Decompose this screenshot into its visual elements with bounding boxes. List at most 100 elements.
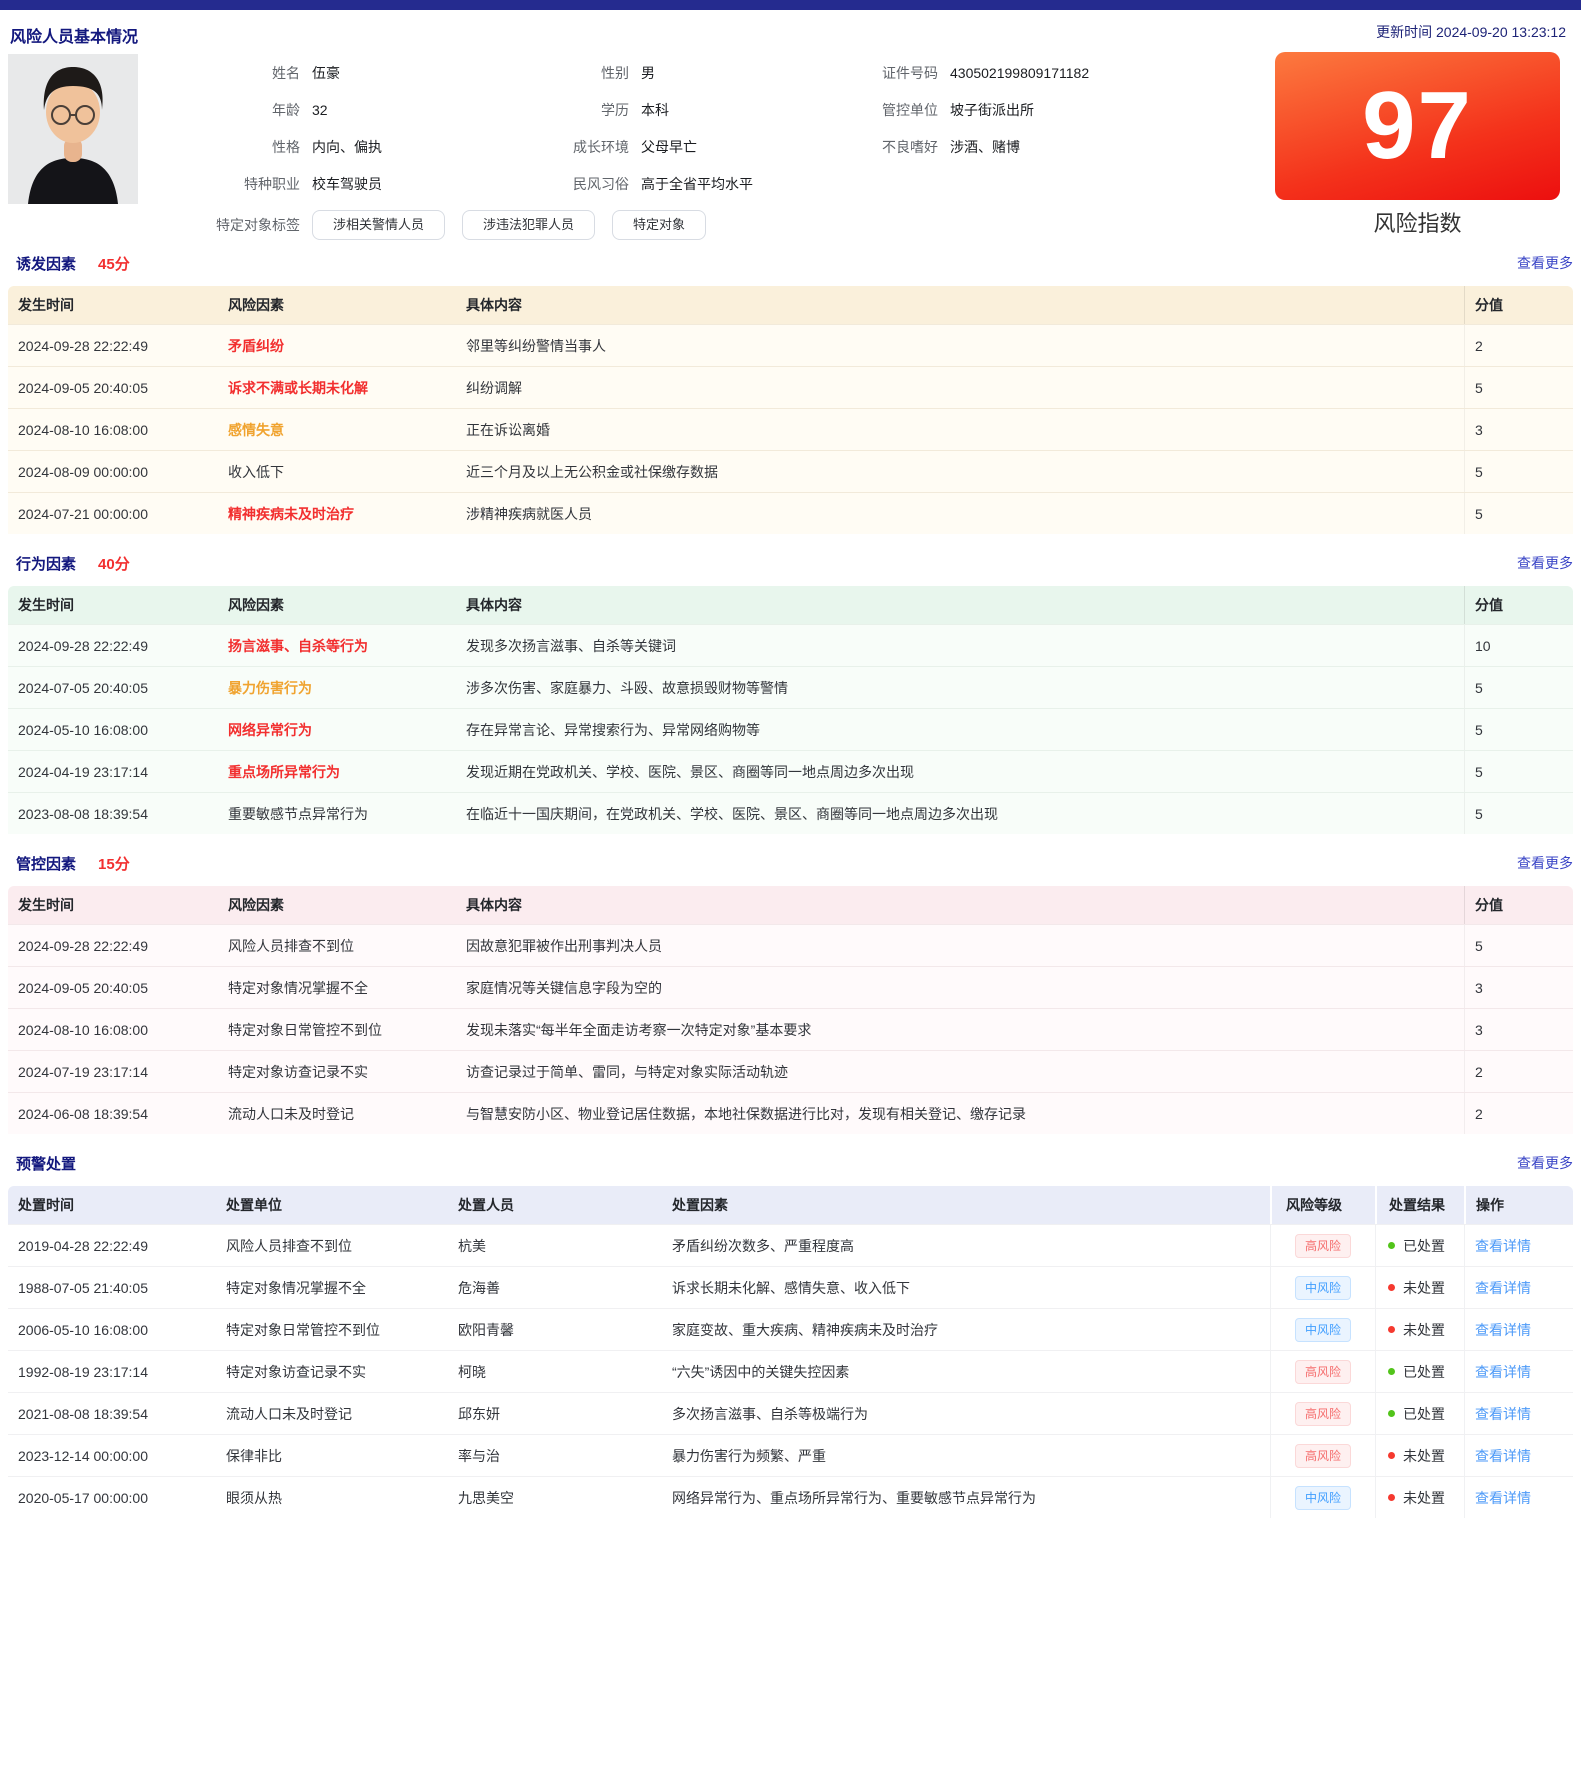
table-row: 2006-05-10 16:08:00特定对象日常管控不到位欧阳青馨家庭变故、重… <box>8 1308 1573 1350</box>
dispose-factor-cell: 诉求长期未化解、感情失意、收入低下 <box>662 1267 1270 1308</box>
disposal-table: 处置时间处置单位处置人员处置因素风险等级处置结果操作2019-04-28 22:… <box>8 1186 1573 1518</box>
risk-level-badge: 中风险 <box>1295 1318 1351 1342</box>
column-header: 处置人员 <box>448 1186 662 1224</box>
factor-sections: 诱发因素45分查看更多发生时间风险因素具体内容分值2024-09-28 22:2… <box>0 252 1581 1134</box>
risk-level-badge: 中风险 <box>1295 1276 1351 1300</box>
risk-score-value: 97 <box>1362 78 1473 174</box>
tags-label: 特定对象标签 <box>150 215 300 235</box>
dispose-person-cell: 危海善 <box>448 1267 662 1308</box>
risk-level-badge: 高风险 <box>1295 1444 1351 1468</box>
view-detail-link[interactable]: 查看详情 <box>1475 1278 1531 1298</box>
action-cell: 查看详情 <box>1464 1225 1573 1266</box>
column-header: 发生时间 <box>8 286 218 324</box>
content-cell: 近三个月及以上无公积金或社保缴存数据 <box>456 451 1464 492</box>
risk-factor-cell: 扬言滋事、自杀等行为 <box>218 625 456 666</box>
dispose-result-cell: 已处置 <box>1375 1393 1464 1434</box>
column-header: 风险因素 <box>218 886 456 924</box>
column-header: 具体内容 <box>456 286 1464 324</box>
dispose-person-cell: 杭美 <box>448 1225 662 1266</box>
occur-time-cell: 2024-09-28 22:22:49 <box>8 625 218 666</box>
status-dot-icon <box>1388 1326 1395 1333</box>
view-more-link[interactable]: 查看更多 <box>1517 1153 1573 1173</box>
occur-time-cell: 2024-09-05 20:40:05 <box>8 367 218 408</box>
column-header: 风险等级 <box>1270 1186 1375 1224</box>
table-row: 2024-07-05 20:40:05暴力伤害行为涉多次伤害、家庭暴力、斗殴、故… <box>8 666 1573 708</box>
profile-field-label: 性格 <box>150 137 300 157</box>
risk-level-cell: 中风险 <box>1270 1477 1375 1518</box>
table-row: 2021-08-08 18:39:54流动人口未及时登记邱东妍多次扬言滋事、自杀… <box>8 1392 1573 1434</box>
dispose-unit-cell: 特定对象日常管控不到位 <box>216 1309 448 1350</box>
dispose-result-text: 已处置 <box>1403 1404 1445 1424</box>
profile-field-value: 校车驾驶员 <box>312 174 557 194</box>
content-cell: 发现多次扬言滋事、自杀等关键词 <box>456 625 1464 666</box>
score-cell: 10 <box>1464 625 1573 666</box>
special-object-tag[interactable]: 涉违法犯罪人员 <box>462 210 595 240</box>
profile-field-value: 32 <box>312 102 557 118</box>
occur-time-cell: 2023-08-08 18:39:54 <box>8 793 218 834</box>
status-dot-icon <box>1388 1494 1395 1501</box>
view-detail-link[interactable]: 查看详情 <box>1475 1362 1531 1382</box>
dispose-time-cell: 2023-12-14 00:00:00 <box>8 1435 216 1476</box>
dispose-result-text: 未处置 <box>1403 1278 1445 1298</box>
view-detail-link[interactable]: 查看详情 <box>1475 1488 1531 1508</box>
column-header: 处置时间 <box>8 1186 216 1224</box>
table-row: 2024-09-28 22:22:49矛盾纠纷邻里等纠纷警情当事人2 <box>8 324 1573 366</box>
dispose-unit-cell: 特定对象访查记录不实 <box>216 1351 448 1392</box>
dispose-unit-cell: 风险人员排查不到位 <box>216 1225 448 1266</box>
view-detail-link[interactable]: 查看详情 <box>1475 1446 1531 1466</box>
dispose-time-cell: 1988-07-05 21:40:05 <box>8 1267 216 1308</box>
profile-field-value: 本科 <box>641 100 866 120</box>
column-header: 发生时间 <box>8 586 218 624</box>
risk-level-cell: 高风险 <box>1270 1393 1375 1434</box>
table-header-row: 发生时间风险因素具体内容分值 <box>8 286 1573 324</box>
column-header: 分值 <box>1464 886 1573 924</box>
table-row: 2024-05-10 16:08:00网络异常行为存在异常言论、异常搜索行为、异… <box>8 708 1573 750</box>
view-detail-link[interactable]: 查看详情 <box>1475 1236 1531 1256</box>
dispose-result-cell: 已处置 <box>1375 1351 1464 1392</box>
content-cell: 因故意犯罪被作出刑事判决人员 <box>456 925 1464 966</box>
view-more-link[interactable]: 查看更多 <box>1517 553 1573 573</box>
score-cell: 3 <box>1464 1009 1573 1050</box>
profile-field-label: 特种职业 <box>150 174 300 194</box>
section-title: 行为因素 <box>16 553 76 574</box>
content-cell: 访查记录过于简单、雷同，与特定对象实际活动轨迹 <box>456 1051 1464 1092</box>
profile-field-value: 父母早亡 <box>641 137 866 157</box>
action-cell: 查看详情 <box>1464 1267 1573 1308</box>
dispose-factor-cell: 暴力伤害行为频繁、严重 <box>662 1435 1270 1476</box>
person-avatar-icon <box>8 54 138 204</box>
dispose-time-cell: 2006-05-10 16:08:00 <box>8 1309 216 1350</box>
content-cell: 发现未落实“每半年全面走访考察一次特定对象”基本要求 <box>456 1009 1464 1050</box>
risk-factor-cell: 特定对象访查记录不实 <box>218 1051 456 1092</box>
table-row: 2023-12-14 00:00:00保律非比率与治暴力伤害行为频繁、严重高风险… <box>8 1434 1573 1476</box>
dispose-time-cell: 2019-04-28 22:22:49 <box>8 1225 216 1266</box>
column-header: 发生时间 <box>8 886 218 924</box>
risk-level-cell: 中风险 <box>1270 1309 1375 1350</box>
dispose-factor-cell: 网络异常行为、重点场所异常行为、重要敏感节点异常行为 <box>662 1477 1270 1518</box>
risk-factor-cell: 诉求不满或长期未化解 <box>218 367 456 408</box>
view-detail-link[interactable]: 查看详情 <box>1475 1320 1531 1340</box>
dispose-unit-cell: 眼须从热 <box>216 1477 448 1518</box>
view-detail-link[interactable]: 查看详情 <box>1475 1404 1531 1424</box>
occur-time-cell: 2024-05-10 16:08:00 <box>8 709 218 750</box>
section-score: 15分 <box>98 853 130 874</box>
score-cell: 2 <box>1464 1093 1573 1134</box>
profile-header: 风险人员基本情况 更新时间 2024-09-20 13:23:12 姓名伍豪性别… <box>0 10 1581 248</box>
table-row: 2020-05-17 00:00:00眼须从热九思美空网络异常行为、重点场所异常… <box>8 1476 1573 1518</box>
table-row: 2024-07-19 23:17:14特定对象访查记录不实访查记录过于简单、雷同… <box>8 1050 1573 1092</box>
score-cell: 5 <box>1464 667 1573 708</box>
dispose-time-cell: 1992-08-19 23:17:14 <box>8 1351 216 1392</box>
risk-factor-cell: 精神疾病未及时治疗 <box>218 493 456 534</box>
factor-section: 诱发因素45分查看更多发生时间风险因素具体内容分值2024-09-28 22:2… <box>0 252 1581 534</box>
view-more-link[interactable]: 查看更多 <box>1517 853 1573 873</box>
section-header: 行为因素40分查看更多 <box>8 552 1573 574</box>
column-header: 风险因素 <box>218 286 456 324</box>
special-object-tag[interactable]: 特定对象 <box>612 210 706 240</box>
risk-level-cell: 中风险 <box>1270 1267 1375 1308</box>
status-dot-icon <box>1388 1452 1395 1459</box>
risk-score-caption: 风险指数 <box>1275 206 1560 238</box>
special-object-tag[interactable]: 涉相关警情人员 <box>312 210 445 240</box>
occur-time-cell: 2024-09-28 22:22:49 <box>8 925 218 966</box>
table-row: 1992-08-19 23:17:14特定对象访查记录不实柯晓“六失”诱因中的关… <box>8 1350 1573 1392</box>
view-more-link[interactable]: 查看更多 <box>1517 253 1573 273</box>
dispose-time-cell: 2020-05-17 00:00:00 <box>8 1477 216 1518</box>
